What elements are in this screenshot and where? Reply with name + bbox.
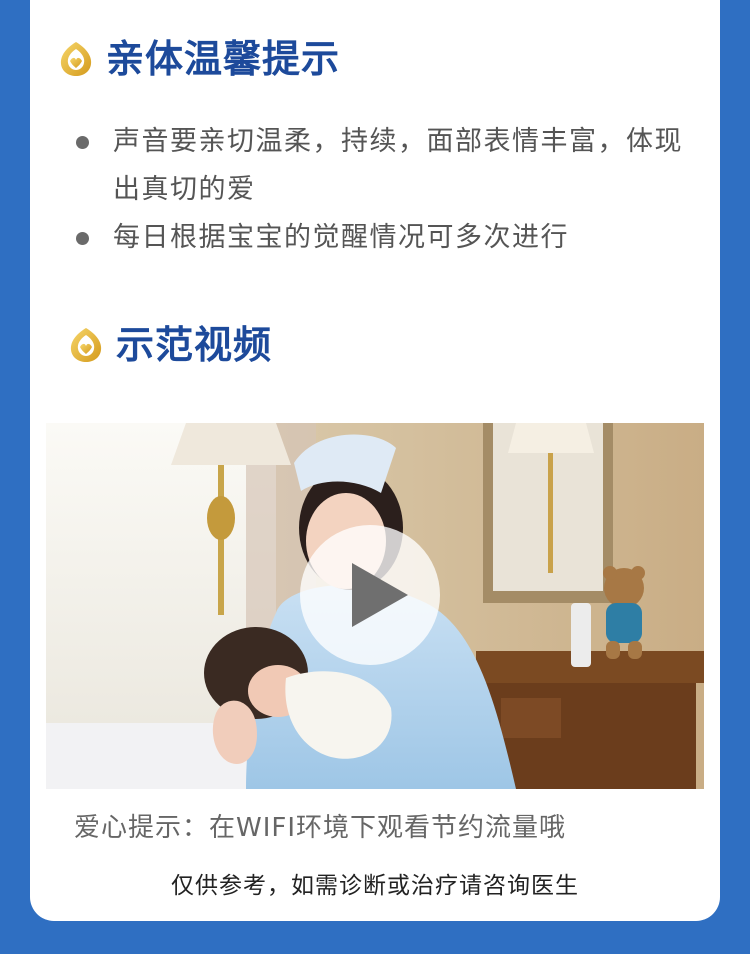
play-button[interactable] bbox=[300, 525, 440, 665]
section-title-text: 示范视频 bbox=[116, 323, 273, 367]
tips-section-title: 亲体温馨提示 bbox=[58, 36, 340, 82]
list-item: 声音要亲切温柔，持续，面部表情丰富，体现出真切的爱 bbox=[76, 118, 696, 214]
content-card: 亲体温馨提示 声音要亲切温柔，持续，面部表情丰富，体现出真切的爱 每日根据宝宝的… bbox=[30, 0, 720, 921]
video-player[interactable] bbox=[46, 423, 704, 789]
section-title-text: 亲体温馨提示 bbox=[106, 37, 341, 81]
brand-logo-icon bbox=[60, 42, 92, 76]
brand-logo-icon bbox=[70, 328, 102, 362]
disclaimer: 仅供参考，如需诊断或治疗请咨询医生 bbox=[171, 873, 579, 899]
video-section-title: 示范视频 bbox=[68, 322, 272, 368]
list-item: 每日根据宝宝的觉醒情况可多次进行 bbox=[76, 214, 696, 262]
play-icon bbox=[352, 563, 408, 627]
wifi-tip: 爱心提示：在WIFI环境下观看节约流量哦 bbox=[74, 813, 566, 843]
tips-list: 声音要亲切温柔，持续，面部表情丰富，体现出真切的爱 每日根据宝宝的觉醒情况可多次… bbox=[76, 118, 696, 262]
